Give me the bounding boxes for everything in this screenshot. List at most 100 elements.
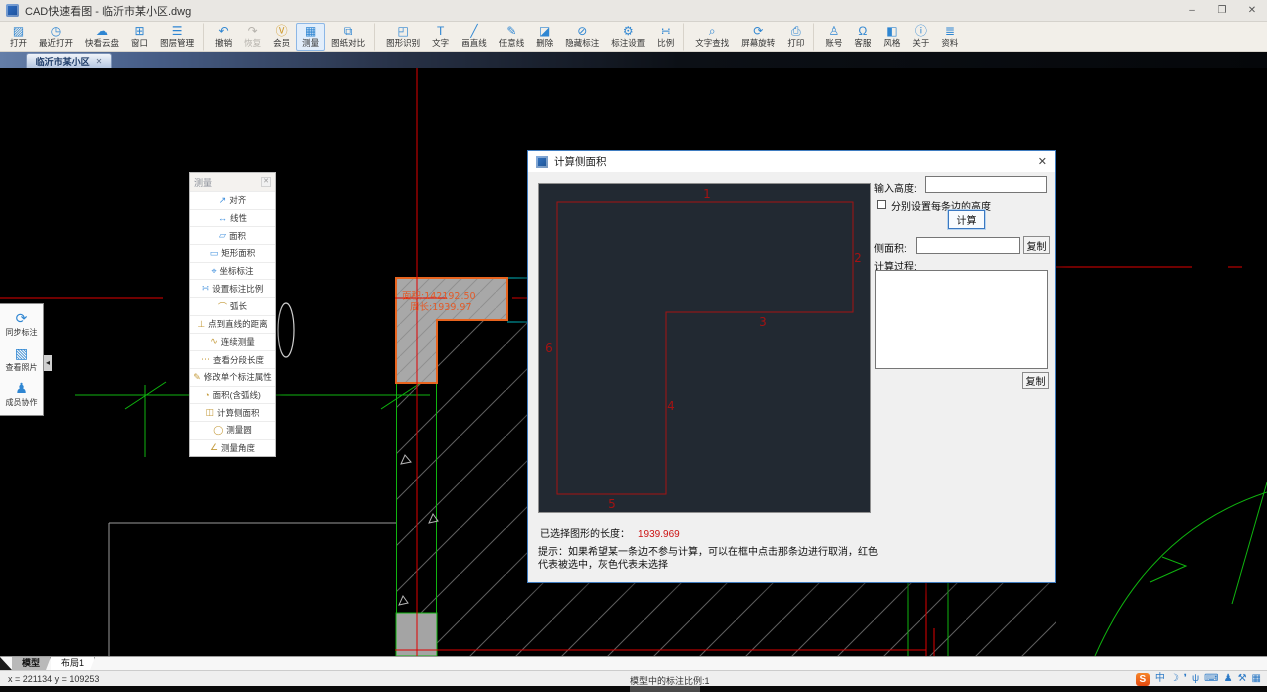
per-edge-height-checkbox[interactable] — [877, 200, 886, 209]
dock-sync-annotation-button[interactable]: ⟳ 同步标注 — [0, 307, 43, 342]
main-toolbar: ▨ 打开 ◷ 最近打开 ☁ 快看云盘 ⊞ 窗口 ☰ 图层管理 ↶ 撤销 ↷ 恢复… — [0, 22, 1267, 52]
toolbar-redo-button[interactable]: ↷ 恢复 — [238, 23, 267, 51]
toolbar-undo-button[interactable]: ↶ 撤销 — [209, 23, 238, 51]
toolbar-scale-button[interactable]: ∺ 比例 — [651, 22, 685, 51]
dialog-title: 计算侧面积 — [554, 156, 607, 168]
toolbar-window-button[interactable]: ⊞ 窗口 — [125, 23, 154, 51]
toolbar-button-icon: ◷ — [50, 24, 62, 38]
toolbar-delete-button[interactable]: ◪ 删除 — [530, 23, 559, 51]
toolbar-text-search-button[interactable]: ⌕ 文字查找 — [689, 23, 735, 51]
ime-lang-chinese-icon[interactable]: 中 — [1155, 672, 1165, 686]
toolbar-button-icon: ⟳ — [753, 24, 764, 38]
toolbar-print-button[interactable]: ⎙ 打印 — [781, 22, 815, 51]
measure-circle[interactable]: ◯ 测量圆 — [190, 420, 275, 439]
measure-angle[interactable]: ∠ 测量角度 — [190, 438, 275, 457]
dock-view-photos-button[interactable]: ▧ 查看照片 — [0, 342, 43, 377]
copy-process-button[interactable]: 复制 — [1022, 372, 1049, 389]
selected-shape-outline[interactable] — [556, 201, 854, 495]
process-textarea[interactable] — [875, 270, 1048, 369]
document-tab-close-icon[interactable]: ✕ — [96, 57, 103, 66]
toolbar-drawing-compare-button[interactable]: ⧉ 图纸对比 — [325, 22, 376, 51]
measure-edit-dim-attr[interactable]: ✎ 修改单个标注属性 — [190, 367, 275, 386]
wall-hatch-region — [527, 583, 1056, 656]
selected-length-label: 已选择图形的长度： — [540, 529, 630, 540]
toolbar-free-line-button[interactable]: ✎ 任意线 — [493, 23, 531, 51]
measure-area[interactable]: ▱ 面积 — [190, 226, 275, 245]
toolbar-hide-annotation-button[interactable]: ⊘ 隐藏标注 — [559, 23, 605, 51]
measure-item-icon: ◫ — [205, 407, 214, 418]
toolbar-button-icon: ⚙ — [622, 24, 634, 38]
calc-side-area-dialog: 计算侧面积 ✕ 1 2 3 4 5 6 输入高度: 分别设置每条边的高度 计算 … — [527, 150, 1056, 583]
maximize-button[interactable]: ❐ — [1207, 0, 1237, 22]
toolbar-about-button[interactable]: ⓘ 关于 — [906, 23, 935, 51]
toolbar-vip-button[interactable]: Ⓥ 会员 — [267, 23, 296, 51]
toolbar-style-button[interactable]: ◧ 风格 — [877, 23, 906, 51]
measure-set-dim-scale[interactable]: ∺ 设置标注比例 — [190, 279, 275, 298]
toolbar-shape-recognize-button[interactable]: ◰ 图形识别 — [380, 23, 426, 51]
measure-item-icon: ⋯ — [200, 354, 210, 365]
height-input[interactable] — [925, 176, 1047, 193]
ime-account-icon[interactable]: ♟ — [1224, 672, 1233, 686]
toolbar-button-icon: ⓘ — [914, 24, 927, 38]
measure-continuous[interactable]: ∿ 连续测量 — [190, 332, 275, 351]
ime-night-mode-icon[interactable]: ☽ — [1170, 672, 1179, 686]
measure-segment-length[interactable]: ⋯ 查看分段长度 — [190, 350, 275, 368]
toolbar-button-label: 资料 — [941, 38, 959, 48]
ime-voice-icon[interactable]: ψ — [1192, 672, 1199, 686]
document-tab[interactable]: 临沂市某小区 ✕ — [26, 53, 112, 68]
toolbar-layer-manager-button[interactable]: ☰ 图层管理 — [154, 22, 205, 51]
ime-toolbox-icon[interactable]: ⚒ — [1238, 672, 1247, 686]
toolbar-account-button[interactable]: ♙ 账号 — [819, 23, 848, 51]
measure-area-with-arc[interactable]: ◔ 面积(含弧线) — [190, 385, 275, 404]
toolbar-screen-rotate-button[interactable]: ⟳ 屏幕旋转 — [735, 23, 781, 51]
measure-calc-side-area[interactable]: ◫ 计算侧面积 — [190, 403, 275, 421]
measure-item-icon: ⊥ — [197, 318, 206, 329]
measure-point-line-distance[interactable]: ⊥ 点到直线的距离 — [190, 314, 275, 333]
measure-panel: 测量 ✕ ↗ 对齐 ↔ 线性 ▱ 面积 ▭ 矩形面积 ⌖ 坐标标注 ∺ 设置标注… — [189, 172, 276, 458]
tab-model[interactable]: 模型 — [12, 657, 51, 670]
toolbar-open-button[interactable]: ▨ 打开 — [4, 23, 33, 51]
toolbar-draw-line-button[interactable]: ╱ 画直线 — [455, 23, 493, 51]
toolbar-annotation-settings-button[interactable]: ⚙ 标注设置 — [605, 23, 651, 51]
measure-rect-area[interactable]: ▭ 矩形面积 — [190, 244, 275, 262]
ime-keyboard-icon[interactable]: ⌨ — [1204, 672, 1218, 686]
dock-member-collab-button[interactable]: ♟ 成员协作 — [0, 377, 43, 412]
measure-coordinate-dim[interactable]: ⌖ 坐标标注 — [190, 261, 275, 280]
toolbar-button-icon: ∺ — [660, 24, 671, 38]
minimize-button[interactable]: – — [1177, 0, 1207, 22]
toolbar-button-label: 图形识别 — [386, 38, 421, 48]
toolbar-button-label: 打印 — [787, 38, 805, 48]
dock-collapse-arrow-icon[interactable]: ◂ — [44, 355, 52, 371]
side-area-input[interactable] — [916, 237, 1020, 254]
height-input-label: 输入高度: — [874, 184, 917, 195]
ime-punctuation-icon[interactable]: ❜ — [1184, 672, 1187, 686]
toolbar-docs-button[interactable]: ≣ 资料 — [935, 23, 964, 51]
dialog-titlebar[interactable]: 计算侧面积 ✕ — [528, 151, 1055, 172]
app-window: CAD快速看图 - 临沂市某小区.dwg – ❐ ✕ ▨ 打开 ◷ 最近打开 ☁… — [0, 0, 1267, 692]
close-button[interactable]: ✕ — [1237, 0, 1267, 22]
tab-layout1[interactable]: 布局1 — [51, 657, 95, 670]
ime-grid-icon[interactable]: ▦ — [1252, 672, 1261, 686]
measure-linear[interactable]: ↔ 线性 — [190, 208, 275, 227]
copy-side-area-button[interactable]: 复制 — [1023, 236, 1050, 254]
measure-panel-close-icon[interactable]: ✕ — [261, 177, 271, 187]
wall-hatch-region — [437, 320, 527, 656]
calculate-button[interactable]: 计算 — [948, 210, 985, 229]
toolbar-text-button[interactable]: T 文字 — [426, 23, 455, 51]
measure-item-icon: ✎ — [193, 371, 201, 382]
shape-preview-panel[interactable]: 1 2 3 4 5 6 — [538, 183, 871, 513]
toolbar-measure-button[interactable]: ▦ 测量 — [296, 22, 326, 51]
perimeter-measurement-label: 周长:1939.97 — [410, 301, 472, 313]
measure-align[interactable]: ↗ 对齐 — [190, 191, 275, 209]
taskbar-stub — [630, 686, 700, 692]
sogou-ime-icon[interactable]: S — [1135, 672, 1150, 686]
measure-item-label: 坐标标注 — [219, 266, 254, 277]
toolbar-recent-open-button[interactable]: ◷ 最近打开 — [33, 23, 79, 51]
measure-panel-titlebar[interactable]: 测量 ✕ — [190, 173, 275, 191]
document-tab-strip: 临沂市某小区 ✕ — [0, 52, 1267, 68]
measure-arc-length[interactable]: ⌒ 弧长 — [190, 297, 275, 315]
toolbar-support-button[interactable]: Ω 客服 — [848, 23, 877, 51]
toolbar-cloud-button[interactable]: ☁ 快看云盘 — [79, 23, 125, 51]
measure-item-label: 设置标注比例 — [212, 283, 264, 294]
dialog-close-icon[interactable]: ✕ — [1038, 155, 1047, 168]
